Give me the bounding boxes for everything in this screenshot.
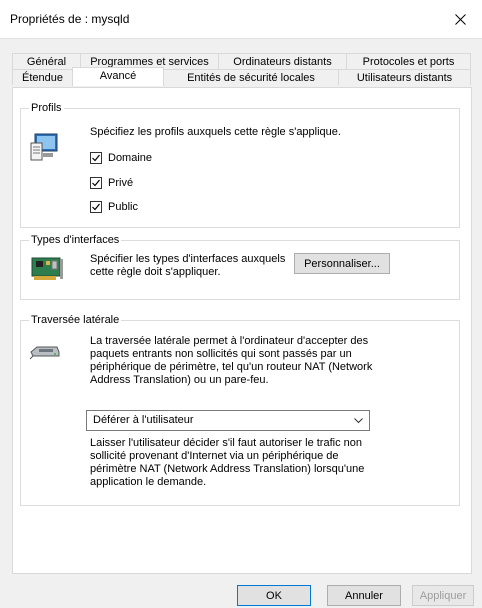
interfaces-description-line1: Spécifier les types d'interfaces auxquel…: [90, 253, 286, 265]
window-title: Propriétés de : mysqld: [10, 12, 130, 26]
checkmark-icon: [92, 179, 100, 187]
edge-help-line4: application le demande.: [90, 476, 207, 488]
tab-remote-users[interactable]: Utilisateurs distants: [338, 69, 471, 85]
private-checkbox[interactable]: Privé: [90, 177, 133, 189]
router-icon: [29, 346, 60, 360]
close-button[interactable]: [438, 0, 482, 38]
edge-description-line3: périphérique de périmètre, tel qu'un rou…: [90, 361, 373, 373]
public-label: Public: [108, 201, 138, 213]
public-checkbox[interactable]: Public: [90, 201, 138, 213]
interfaces-legend: Types d'interfaces: [29, 234, 122, 246]
edge-help-line3: périmètre NAT (Network Address Translati…: [90, 463, 365, 475]
domain-checkbox[interactable]: Domaine: [90, 152, 152, 164]
edge-traversal-legend: Traversée latérale: [29, 314, 122, 326]
interfaces-group: Types d'interfaces Spécifier les types d…: [20, 234, 460, 300]
profiles-description: Spécifiez les profils auxquels cette règ…: [90, 126, 341, 138]
title-bar: Propriétés de : mysqld: [0, 0, 482, 39]
profiles-group: Profils Spécifiez les profils auxquels c…: [20, 102, 460, 228]
tab-general[interactable]: Général: [12, 53, 81, 69]
edge-description-line4: Address Translation) ou un pare-feu.: [90, 374, 269, 386]
checkbox-box: [90, 177, 102, 189]
edge-description-line2: paquets entrants non sollicités qui sont…: [90, 348, 352, 360]
checkbox-box: [90, 152, 102, 164]
checkmark-icon: [92, 154, 100, 162]
edge-traversal-select-value: Déférer à l'utilisateur: [93, 414, 194, 426]
apply-button: Appliquer: [412, 585, 474, 606]
interfaces-description-line2: cette règle doit s'appliquer.: [90, 266, 221, 278]
private-label: Privé: [108, 177, 134, 189]
edge-description-line1: La traversée latérale permet à l'ordinat…: [90, 335, 369, 347]
close-icon: [454, 13, 466, 25]
tab-advanced[interactable]: Avancé: [72, 67, 164, 86]
network-card-icon: [31, 257, 63, 280]
tab-protocols-ports[interactable]: Protocoles et ports: [346, 53, 471, 69]
profile-computer-icon: [30, 133, 58, 161]
domain-label: Domaine: [108, 152, 153, 164]
checkmark-icon: [92, 203, 100, 211]
cancel-button[interactable]: Annuler: [327, 585, 401, 606]
tab-local-principals[interactable]: Entités de sécurité locales: [163, 69, 339, 85]
tab-remote-computers[interactable]: Ordinateurs distants: [218, 53, 347, 69]
edge-help-line2: sollicité provenant d'Internet via un pé…: [90, 450, 339, 462]
chevron-down-icon: [354, 418, 363, 424]
ok-button[interactable]: OK: [237, 585, 311, 606]
profiles-legend: Profils: [29, 102, 64, 114]
checkbox-box: [90, 201, 102, 213]
edge-traversal-select[interactable]: Déférer à l'utilisateur: [86, 410, 370, 431]
tab-scope[interactable]: Étendue: [12, 69, 73, 85]
customize-button[interactable]: Personnaliser...: [294, 253, 390, 274]
edge-help-line1: Laisser l'utilisateur décider s'il faut …: [90, 437, 362, 449]
tab-row-front: Étendue Avancé Entités de sécurité local…: [12, 67, 471, 87]
